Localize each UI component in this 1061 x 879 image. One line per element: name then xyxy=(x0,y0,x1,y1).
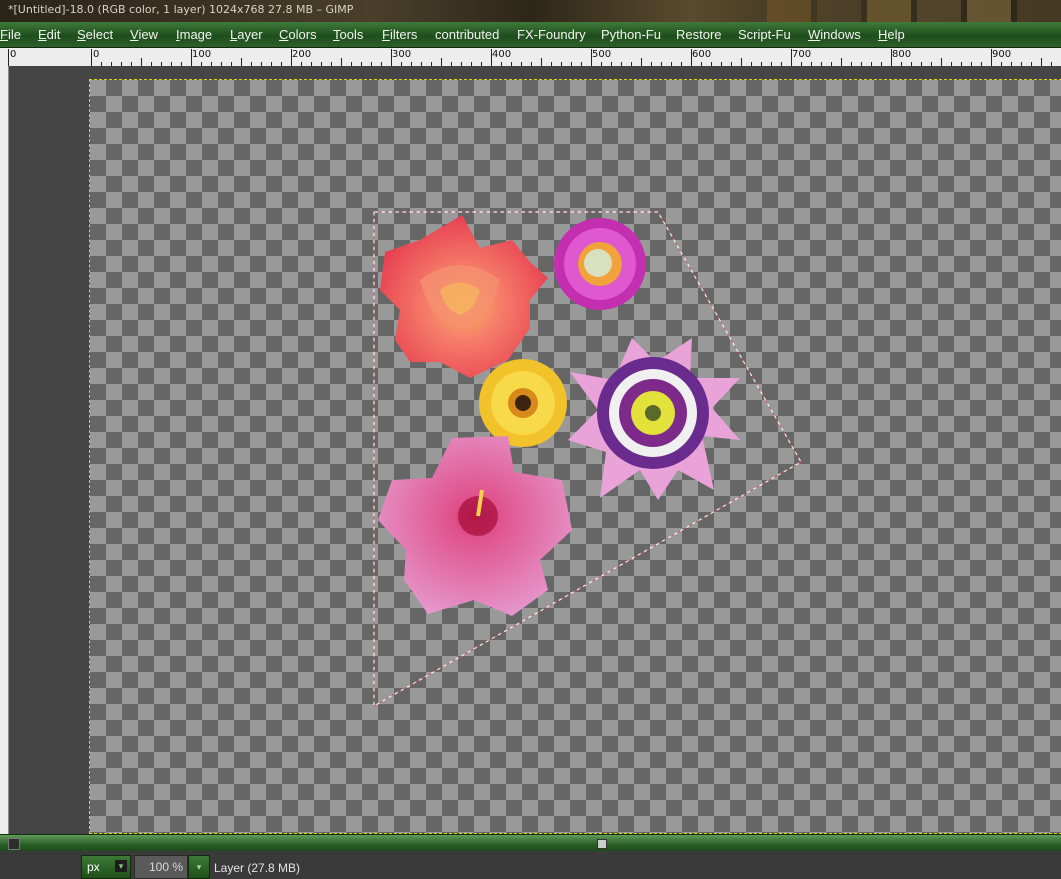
ruler-tick xyxy=(441,58,442,66)
ruler-label: 0 xyxy=(93,49,100,60)
image-canvas[interactable] xyxy=(89,79,1061,834)
menu-view[interactable]: View xyxy=(130,27,158,42)
ruler-tick xyxy=(841,58,842,66)
taskbar-thumbnails xyxy=(767,0,1061,22)
ruler-label: 0 xyxy=(10,49,17,60)
unit-selector[interactable]: px ▾ xyxy=(81,855,131,879)
ruler-tick xyxy=(291,49,292,66)
zoom-value: 100 % xyxy=(148,860,183,874)
ruler-tick xyxy=(891,49,892,66)
menubar: File Edit Select View Image Layer Colors… xyxy=(0,22,1061,48)
ruler-tick xyxy=(1041,58,1042,66)
ruler-label: 800 xyxy=(892,49,912,60)
chevron-down-icon[interactable]: ▾ xyxy=(115,860,127,872)
horizontal-ruler[interactable]: 0 0 100 200 300 400 500 600 700 800 900 xyxy=(0,48,1061,67)
ruler-tick xyxy=(341,58,342,66)
ruler-tick xyxy=(691,49,692,66)
ruler-tick xyxy=(491,49,492,66)
menu-file[interactable]: File xyxy=(0,27,21,42)
ruler-label: 300 xyxy=(392,49,412,60)
ruler-tick xyxy=(991,49,992,66)
ruler-label: 600 xyxy=(692,49,712,60)
layer-info: Layer (27.8 MB) xyxy=(214,861,301,875)
menu-image[interactable]: Image xyxy=(176,27,212,42)
ruler-label: 500 xyxy=(592,49,612,60)
ruler-tick xyxy=(741,58,742,66)
unit-value: px xyxy=(87,860,100,874)
ruler-tick xyxy=(541,58,542,66)
ruler-tick xyxy=(591,49,592,66)
menu-restore[interactable]: Restore xyxy=(676,27,722,42)
ruler-label: 900 xyxy=(992,49,1012,60)
horizontal-scrollbar[interactable] xyxy=(0,834,1061,851)
scrollbar-thumb[interactable] xyxy=(597,839,607,849)
navigate-button[interactable] xyxy=(8,838,20,850)
ruler-tick xyxy=(241,58,242,66)
ruler-tick xyxy=(191,49,192,66)
menu-edit[interactable]: Edit xyxy=(38,27,60,42)
menu-python-fu[interactable]: Python-Fu xyxy=(601,27,661,42)
ruler-tick xyxy=(941,58,942,66)
ruler-tick xyxy=(141,58,142,66)
menu-layer[interactable]: Layer xyxy=(230,27,263,42)
menu-tools[interactable]: Tools xyxy=(333,27,363,42)
window-titlebar: *[Untitled]-18.0 (RGB color, 1 layer) 10… xyxy=(0,0,1061,22)
ruler-label: 100 xyxy=(192,49,212,60)
zoom-dropdown-icon[interactable]: ▾ xyxy=(188,855,210,879)
menu-script-fu[interactable]: Script-Fu xyxy=(738,27,791,42)
ruler-tick xyxy=(391,49,392,66)
zoom-field[interactable]: 100 % xyxy=(134,855,188,879)
menu-filters[interactable]: Filters xyxy=(382,27,417,42)
ruler-tick xyxy=(8,49,9,66)
menu-contributed[interactable]: contributed xyxy=(435,27,499,42)
window-title: *[Untitled]-18.0 (RGB color, 1 layer) 10… xyxy=(8,3,354,16)
ruler-tick xyxy=(791,49,792,66)
ruler-tick xyxy=(641,58,642,66)
ruler-tick xyxy=(91,49,92,66)
menu-windows[interactable]: Windows xyxy=(808,27,861,42)
ruler-label: 400 xyxy=(492,49,512,60)
menu-help[interactable]: Help xyxy=(878,27,905,42)
ruler-label: 700 xyxy=(792,49,812,60)
menu-colors[interactable]: Colors xyxy=(279,27,317,42)
menu-select[interactable]: Select xyxy=(77,27,113,42)
menu-fx-foundry[interactable]: FX-Foundry xyxy=(517,27,586,42)
vertical-ruler[interactable] xyxy=(0,66,9,834)
ruler-label: 200 xyxy=(292,49,312,60)
